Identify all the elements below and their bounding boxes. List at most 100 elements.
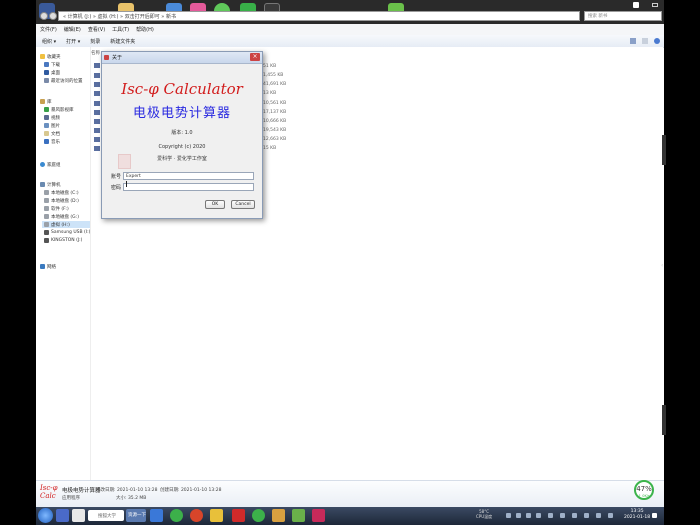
taskbar-app-icon[interactable] [72, 509, 85, 522]
scrollbar-thumb[interactable] [662, 135, 666, 165]
address-path: « 计算机 (J:) » 虚拟 (H:) » 双击打开后即可 » 新书 [63, 13, 176, 20]
network-speed-badge[interactable]: 47% ↑ 0K/s [634, 480, 654, 500]
library-icon [40, 99, 45, 104]
scrollbar-thumb[interactable] [662, 405, 666, 435]
back-button[interactable] [40, 12, 48, 20]
about-dialog: 关于 × Isc-φ Calculator 电极电势计算器 版本: 1.0 Co… [101, 51, 263, 219]
sidebar-item-downloads[interactable]: 下载 [44, 61, 60, 68]
sidebar-item-drive-h[interactable]: 虚拟 (H:) [42, 221, 90, 228]
taskbar-app-icon[interactable] [150, 509, 163, 522]
organize-button[interactable]: 组织 ▾ [42, 38, 56, 45]
view-options-icon[interactable] [630, 38, 636, 44]
file-icon[interactable] [94, 128, 100, 133]
app-name-chinese: 电极电势计算器 [132, 106, 231, 121]
tray-icon[interactable] [548, 513, 553, 518]
menu-view[interactable]: 查看(V) [88, 26, 105, 33]
taskbar-search-box[interactable]: 搜狐大学 [88, 510, 124, 521]
cancel-button[interactable]: Cancel [231, 200, 255, 209]
tray-icon[interactable] [506, 513, 511, 518]
copyright-text: Copyright (c) 2020 [158, 144, 206, 150]
menu-edit[interactable]: 编辑(E) [64, 26, 81, 33]
window-menu-icon[interactable] [633, 2, 639, 8]
ok-button[interactable]: OK [205, 200, 225, 209]
preview-pane-icon[interactable] [642, 38, 648, 44]
address-bar[interactable]: « 计算机 (J:) » 虚拟 (H:) » 双击打开后即可 » 新书 [58, 11, 580, 21]
tray-icon[interactable] [572, 513, 577, 518]
sidebar-item-drive-j[interactable]: KINGSTON (J:) [44, 237, 82, 244]
taskbar-app-icon[interactable] [272, 509, 285, 522]
burn-button[interactable]: 刻录 [90, 38, 100, 45]
sidebar-item-drive-f[interactable]: 软件 (F:) [44, 205, 69, 212]
taskbar-app-icon[interactable] [292, 509, 305, 522]
sidebar-item-recent[interactable]: 最近访问的位置 [44, 77, 83, 84]
taskbar-app-icon[interactable] [190, 509, 203, 522]
taskbar-active-window[interactable]: 资源一下 [126, 509, 146, 522]
tray-icon[interactable] [584, 513, 589, 518]
sidebar-item-drive-g[interactable]: 本地磁盘 (G:) [44, 213, 79, 220]
search-input[interactable]: 搜索 新书 [584, 11, 662, 21]
file-icon[interactable] [94, 137, 100, 142]
sidebar-item-desktop[interactable]: 桌面 [44, 69, 60, 76]
help-icon[interactable] [654, 38, 660, 44]
sidebar-homegroup[interactable]: 家庭组 [40, 161, 61, 168]
sidebar-favorites[interactable]: 收藏夹 [40, 53, 61, 60]
sidebar-item-media-library[interactable]: 暴风影视库 [44, 106, 74, 113]
sidebar-item-drive-d[interactable]: 本地磁盘 (D:) [44, 197, 79, 204]
file-icon[interactable] [94, 146, 100, 151]
tray-icon[interactable] [608, 513, 613, 518]
homegroup-icon [40, 162, 45, 167]
account-input[interactable]: Expert [123, 172, 254, 180]
dialog-titlebar[interactable]: 关于 × [102, 52, 262, 64]
taskbar-app-icon[interactable] [312, 509, 325, 522]
menu-tools[interactable]: 工具(T) [112, 26, 129, 33]
sidebar-item-music[interactable]: 音乐 [44, 138, 60, 145]
sidebar-item-drive-c[interactable]: 本地磁盘 (C:) [44, 189, 79, 196]
file-icon[interactable] [94, 73, 100, 78]
file-icon[interactable] [94, 63, 100, 68]
file-icon[interactable] [94, 91, 100, 96]
file-icon[interactable] [94, 82, 100, 87]
column-header-name[interactable]: 名称 [91, 50, 100, 56]
tray-icon[interactable] [526, 513, 531, 518]
new-folder-button[interactable]: 新建文件夹 [110, 38, 135, 45]
sidebar-item-documents[interactable]: 文档 [44, 130, 60, 137]
navigation-pane: 收藏夹 下载 桌面 最近访问的位置 库 暴风影视库 视频 图片 文档 音乐 家庭… [36, 47, 91, 480]
taskbar-app-icon[interactable] [252, 509, 265, 522]
network-icon [40, 264, 45, 269]
tray-icon[interactable] [560, 513, 565, 518]
forward-button[interactable] [49, 12, 57, 20]
sidebar-item-videos[interactable]: 视频 [44, 114, 60, 121]
menu-help[interactable]: 帮助(H) [136, 26, 154, 33]
sidebar-computer[interactable]: 计算机 [40, 181, 61, 188]
taskbar-app-icon[interactable] [232, 509, 245, 522]
close-icon[interactable]: × [250, 53, 260, 61]
menu-file[interactable]: 文件(F) [40, 26, 57, 33]
tray-icon[interactable] [536, 513, 541, 518]
file-icon[interactable] [94, 110, 100, 115]
minimize-icon[interactable] [652, 3, 658, 7]
taskbar-app-icon[interactable] [56, 509, 69, 522]
taskbar-app-icon[interactable] [170, 509, 183, 522]
start-button[interactable] [38, 508, 53, 523]
tray-icon[interactable] [516, 513, 521, 518]
tray-icon[interactable] [596, 513, 601, 518]
usb-drive-icon [44, 230, 49, 235]
sidebar-item-drive-i[interactable]: Samsung USB (I:) [44, 229, 90, 236]
sidebar-item-pictures[interactable]: 图片 [44, 122, 60, 129]
password-input[interactable] [123, 183, 254, 191]
dialog-title: 关于 [112, 55, 123, 61]
taskbar: 搜狐大学 资源一下 58°C CPU温度 13:35 2021-01-18 [36, 507, 664, 525]
file-icon[interactable] [94, 101, 100, 106]
file-icon[interactable] [94, 119, 100, 124]
chevron-left-icon[interactable]: ‹ [661, 262, 663, 269]
sidebar-libraries[interactable]: 库 [40, 98, 52, 105]
file-size: 15 KB [263, 146, 277, 151]
file-size: 10,666 KB [263, 119, 287, 124]
show-desktop-icon[interactable] [652, 513, 657, 518]
taskbar-clock[interactable]: 13:35 2021-01-18 [624, 509, 650, 521]
sidebar-network[interactable]: 网络 [40, 263, 56, 270]
file-size: 41,691 KB [263, 82, 287, 87]
file-size: 17,137 KB [263, 110, 287, 115]
taskbar-app-icon[interactable] [210, 509, 223, 522]
open-button[interactable]: 打开 ▾ [66, 38, 80, 45]
